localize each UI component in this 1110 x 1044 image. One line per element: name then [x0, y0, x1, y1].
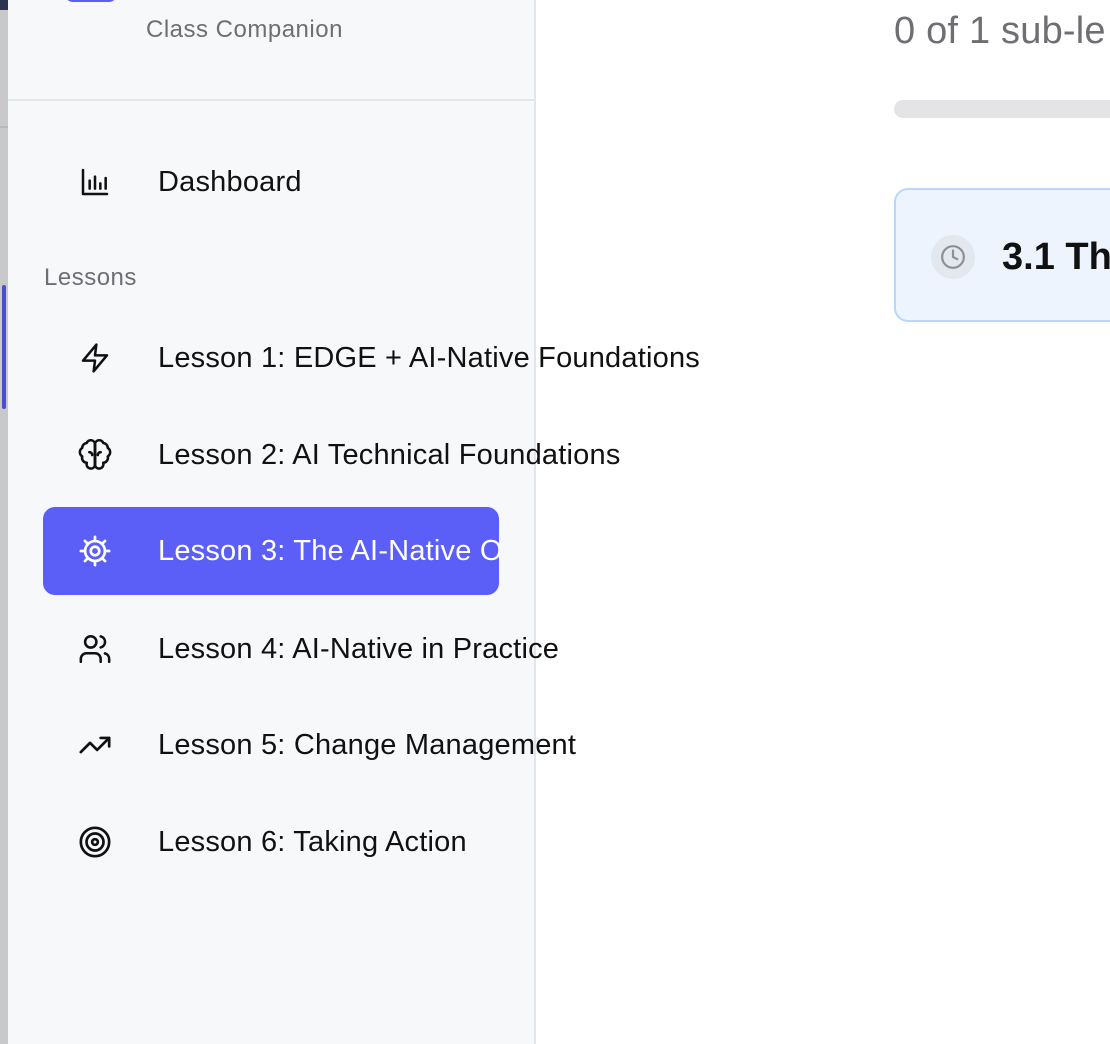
sublesson-title: 3.1 Th — [1002, 236, 1110, 278]
app-logo — [65, 0, 117, 2]
brain-icon — [78, 438, 112, 472]
users-icon — [78, 632, 112, 666]
lessons-section-heading: Lessons — [44, 264, 137, 291]
sublesson-progress-text: 0 of 1 sub-le — [894, 10, 1106, 52]
sidebar-item-lesson-1[interactable]: Lesson 1: EDGE + AI-Native Foundations — [43, 314, 700, 402]
sidebar-item-dashboard[interactable]: Dashboard — [43, 138, 499, 226]
gear-icon — [78, 534, 112, 568]
clock-icon — [931, 235, 975, 279]
sidebar-item-label: Lesson 6: Taking Action — [158, 825, 467, 858]
sidebar: Class Companion Dashboard Lessons Lesson… — [8, 0, 700, 1044]
sidebar-item-label: Lesson 3: The AI-Native O — [158, 534, 499, 567]
sidebar-item-lesson-2[interactable]: Lesson 2: AI Technical Foundations — [43, 411, 620, 499]
sublesson-progress-bar — [894, 100, 1110, 118]
sidebar-item-lesson-5[interactable]: Lesson 5: Change Management — [43, 701, 576, 789]
trending-up-icon — [78, 728, 112, 762]
sidebar-item-lesson-4[interactable]: Lesson 4: AI-Native in Practice — [43, 605, 559, 693]
sidebar-item-label: Lesson 1: EDGE + AI-Native Foundations — [158, 341, 700, 374]
sidebar-item-label: Lesson 4: AI-Native in Practice — [158, 632, 560, 665]
sidebar-item-lesson-6[interactable]: Lesson 6: Taking Action — [43, 798, 499, 886]
sidebar-item-label: Lesson 2: AI Technical Foundations — [158, 438, 621, 471]
sidebar-divider — [8, 99, 534, 101]
lightning-icon — [78, 341, 112, 375]
target-icon — [78, 825, 112, 859]
sidebar-item-lesson-3[interactable]: Lesson 3: The AI-Native O — [43, 507, 499, 595]
sidebar-item-label: Lesson 5: Change Management — [158, 728, 577, 761]
app-subtitle: Class Companion — [146, 16, 343, 43]
sidebar-item-label: Dashboard — [158, 165, 302, 198]
bar-chart-icon — [78, 165, 112, 199]
sublesson-card[interactable]: 3.1 Th — [894, 188, 1110, 322]
